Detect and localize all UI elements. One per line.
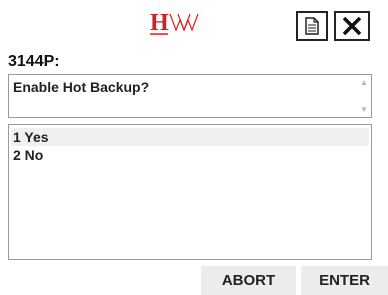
options-list: 1 Yes 2 No: [8, 124, 372, 260]
prompt-box: Enable Hot Backup? ▲ ▼: [8, 74, 372, 118]
prompt-text: Enable Hot Backup?: [13, 79, 150, 95]
svg-text:H: H: [150, 10, 169, 36]
close-button[interactable]: [334, 11, 370, 41]
scroll-up-icon[interactable]: ▲: [360, 78, 368, 87]
prompt-scrollbar[interactable]: ▲ ▼: [357, 75, 371, 117]
close-icon: [342, 16, 362, 36]
device-label: 3144P:: [8, 53, 60, 70]
option-yes[interactable]: 1 Yes: [11, 128, 369, 146]
abort-button[interactable]: ABORT: [200, 265, 296, 295]
hw-logo-icon: H: [148, 8, 212, 38]
scroll-down-icon[interactable]: ▼: [360, 105, 368, 114]
document-icon: [305, 17, 319, 35]
option-no[interactable]: 2 No: [11, 146, 369, 164]
enter-button[interactable]: ENTER: [300, 265, 388, 295]
document-button[interactable]: [296, 11, 328, 41]
header-bar: H: [0, 0, 388, 50]
